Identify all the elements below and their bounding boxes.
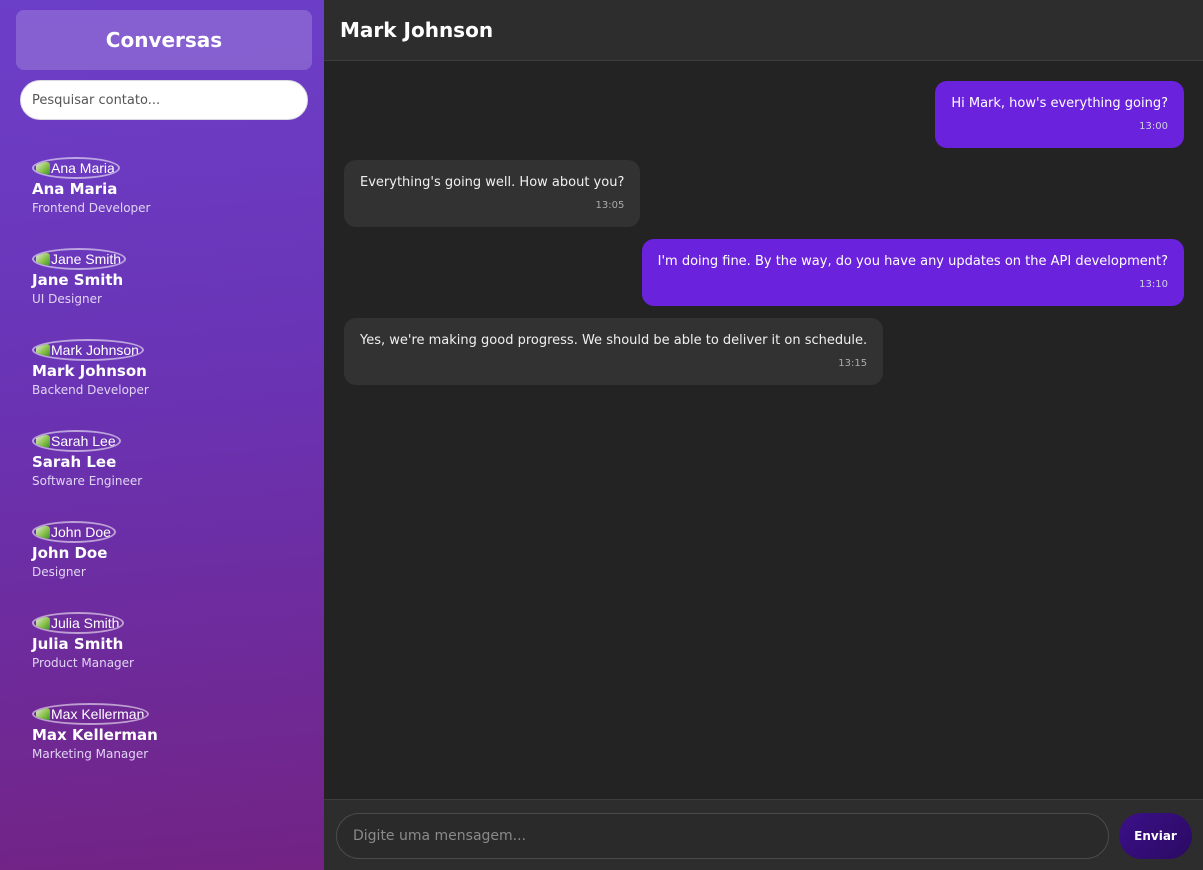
contact-role: Software Engineer [32,474,143,488]
message-time: 13:05 [595,200,625,211]
send-button[interactable]: Enviar [1119,813,1192,859]
avatar-alt-text: Sarah Lee [51,433,116,449]
broken-image-icon [36,525,50,539]
search-container [20,80,308,120]
message-composer: Enviar [324,799,1203,870]
message-bubble-sent: I'm doing fine. By the way, do you have … [641,239,1184,306]
broken-image-icon [36,343,50,357]
contact-item-jane-smith[interactable]: Jane Smith Jane Smith UI Designer [16,248,312,339]
sidebar: Conversas Ana Maria Ana Maria Frontend D… [0,0,324,870]
broken-image-icon [36,707,50,721]
contact-name: Mark Johnson [32,362,147,380]
contact-name: Jane Smith [32,271,124,289]
chat-title: Mark Johnson [340,18,494,42]
broken-image-icon [36,434,50,448]
avatar: Mark Johnson [32,339,144,361]
contact-item-max-kellerman[interactable]: Max Kellerman Max Kellerman Marketing Ma… [16,703,312,794]
broken-image-icon [36,252,50,266]
contact-role: UI Designer [32,292,102,306]
contact-name: Julia Smith [32,635,124,653]
avatar: Julia Smith [32,612,125,634]
message-input[interactable] [336,813,1109,859]
broken-image-icon [36,616,50,630]
avatar: Jane Smith [32,248,127,270]
contact-role: Marketing Manager [32,747,149,761]
contact-name: Sarah Lee [32,453,117,471]
contact-role: Backend Developer [32,383,149,397]
contact-name: Ana Maria [32,180,118,198]
contact-item-john-doe[interactable]: John Doe John Doe Designer [16,521,312,612]
message-bubble-sent: Hi Mark, how's everything going? 13:00 [935,81,1184,148]
contact-item-julia-smith[interactable]: Julia Smith Julia Smith Product Manager [16,612,312,703]
contact-name: Max Kellerman [32,726,158,744]
contact-role: Frontend Developer [32,201,151,215]
search-input[interactable] [20,80,308,120]
message-bubble-received: Yes, we're making good progress. We shou… [344,318,884,385]
avatar-alt-text: Ana Maria [51,160,115,176]
broken-image-icon [36,161,50,175]
contact-role: Designer [32,565,86,579]
contact-name: John Doe [32,544,108,562]
avatar: Sarah Lee [32,430,121,452]
message-text: Yes, we're making good progress. We shou… [360,333,868,348]
message-text: Hi Mark, how's everything going? [951,96,1168,111]
avatar-alt-text: Jane Smith [51,251,122,267]
message-row-sent: Hi Mark, how's everything going? 13:00 [344,81,1184,148]
contact-item-ana-maria[interactable]: Ana Maria Ana Maria Frontend Developer [16,157,312,248]
message-row-received: Everything's going well. How about you? … [344,160,1184,227]
contact-item-sarah-lee[interactable]: Sarah Lee Sarah Lee Software Engineer [16,430,312,521]
sidebar-title: Conversas [16,10,312,70]
contact-list: Ana Maria Ana Maria Frontend Developer J… [16,157,312,794]
avatar: John Doe [32,521,116,543]
chat-header: Mark Johnson [324,0,1203,61]
message-bubble-received: Everything's going well. How about you? … [344,160,641,227]
message-text: I'm doing fine. By the way, do you have … [657,254,1168,269]
message-time: 13:10 [1139,279,1168,290]
avatar: Ana Maria [32,157,120,179]
avatar-alt-text: Max Kellerman [51,706,145,722]
message-text: Everything's going well. How about you? [360,175,625,190]
avatar-alt-text: Julia Smith [51,615,120,631]
contact-role: Product Manager [32,656,134,670]
avatar-alt-text: John Doe [51,524,111,540]
message-row-received: Yes, we're making good progress. We shou… [344,318,1184,385]
contact-item-mark-johnson[interactable]: Mark Johnson Mark Johnson Backend Develo… [16,339,312,430]
avatar: Max Kellerman [32,703,150,725]
message-row-sent: I'm doing fine. By the way, do you have … [344,239,1184,306]
message-time: 13:15 [838,358,868,369]
message-time: 13:00 [1139,121,1168,132]
avatar-alt-text: Mark Johnson [51,342,139,358]
message-list: Hi Mark, how's everything going? 13:00 E… [344,81,1184,397]
